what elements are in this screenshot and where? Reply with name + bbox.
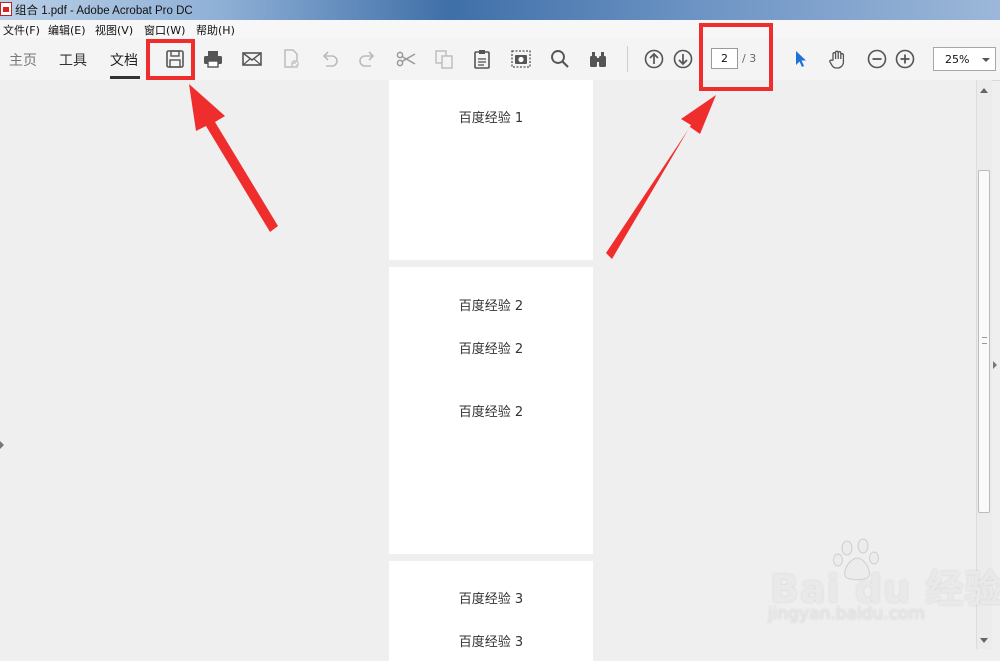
paste-button[interactable] <box>470 47 494 71</box>
menu-view[interactable]: 视图(V) <box>95 22 133 38</box>
advanced-search-button[interactable] <box>586 47 610 71</box>
previous-page-icon <box>644 49 664 69</box>
next-page-icon <box>673 49 693 69</box>
undo-button[interactable] <box>317 47 341 71</box>
redo-icon <box>359 51 375 67</box>
page-text-line: 百度经验 1 <box>458 111 524 126</box>
binoculars-icon <box>590 52 606 67</box>
toolbar-separator <box>627 46 628 72</box>
left-panel-toggle-icon[interactable] <box>0 441 4 449</box>
copy-button[interactable] <box>432 47 456 71</box>
menu-edit[interactable]: 编辑(E) <box>48 22 86 38</box>
secure-document-button[interactable] <box>279 47 303 71</box>
title-bar: 组合 1.pdf - Adobe Acrobat Pro DC <box>0 0 1000 20</box>
highlight-box-save <box>146 39 195 80</box>
next-page-button[interactable] <box>671 47 695 71</box>
hand-tool-icon <box>829 50 845 69</box>
pdf-page-3: 百度经验 3 百度经验 3 <box>389 561 593 661</box>
print-button[interactable] <box>201 47 225 71</box>
zoom-out-button[interactable] <box>865 47 889 71</box>
page-text-line: 百度经验 2 <box>458 299 524 314</box>
scroll-down-arrow-icon[interactable] <box>980 638 988 643</box>
tab-document[interactable]: 文档 <box>110 50 138 70</box>
cut-icon <box>396 51 416 67</box>
scrollbar-thumb[interactable] <box>978 170 990 513</box>
select-tool-button[interactable] <box>788 47 812 71</box>
snapshot-button[interactable] <box>509 47 533 71</box>
acrobat-app-icon[interactable] <box>0 2 12 16</box>
menu-window[interactable]: 窗口(W) <box>144 22 185 38</box>
previous-page-button[interactable] <box>642 47 666 71</box>
tab-tools[interactable]: 工具 <box>59 50 87 70</box>
menu-help[interactable]: 帮助(H) <box>196 22 235 38</box>
zoom-level-select[interactable]: 25% <box>933 47 996 71</box>
hand-tool-button[interactable] <box>826 47 850 71</box>
page-text-line: 百度经验 3 <box>458 592 524 607</box>
page-text-line: 百度经验 2 <box>458 342 524 357</box>
chevron-down-icon <box>982 58 990 62</box>
pdf-page-2: 百度经验 2 百度经验 2 百度经验 2 <box>389 267 593 554</box>
zoom-in-button[interactable] <box>893 47 917 71</box>
window-title: 组合 1.pdf - Adobe Acrobat Pro DC <box>15 5 193 17</box>
copy-icon <box>435 50 453 69</box>
redo-button[interactable] <box>356 47 380 71</box>
email-icon <box>242 52 262 66</box>
paste-icon <box>474 50 490 69</box>
search-icon <box>551 50 569 68</box>
zoom-in-icon <box>895 49 915 69</box>
menu-bar: 文件(F) 编辑(E) 视图(V) 窗口(W) 帮助(H) <box>0 20 1000 39</box>
cut-button[interactable] <box>394 47 418 71</box>
page-text-line: 百度经验 3 <box>458 635 524 650</box>
menu-file[interactable]: 文件(F) <box>3 22 40 38</box>
snapshot-icon <box>511 50 531 68</box>
select-cursor-icon <box>796 51 806 67</box>
highlight-box-page-number <box>699 23 773 91</box>
right-panel-toggle-icon[interactable] <box>993 361 997 369</box>
tab-home[interactable]: 主页 <box>9 50 37 70</box>
zoom-level-value: 25% <box>945 53 970 66</box>
grip-icon <box>982 337 987 344</box>
zoom-out-icon <box>867 49 887 69</box>
print-icon <box>204 51 222 68</box>
page-text-line: 百度经验 2 <box>458 405 524 420</box>
email-button[interactable] <box>240 47 264 71</box>
scroll-up-arrow-icon[interactable] <box>980 88 988 93</box>
pdf-page-1: 百度经验 1 <box>389 80 593 260</box>
secure-document-icon <box>284 49 299 68</box>
search-button[interactable] <box>548 47 572 71</box>
watermark-url: jingyan.baidu.com <box>768 604 925 624</box>
undo-icon <box>322 51 338 67</box>
active-tab-indicator <box>110 76 140 79</box>
